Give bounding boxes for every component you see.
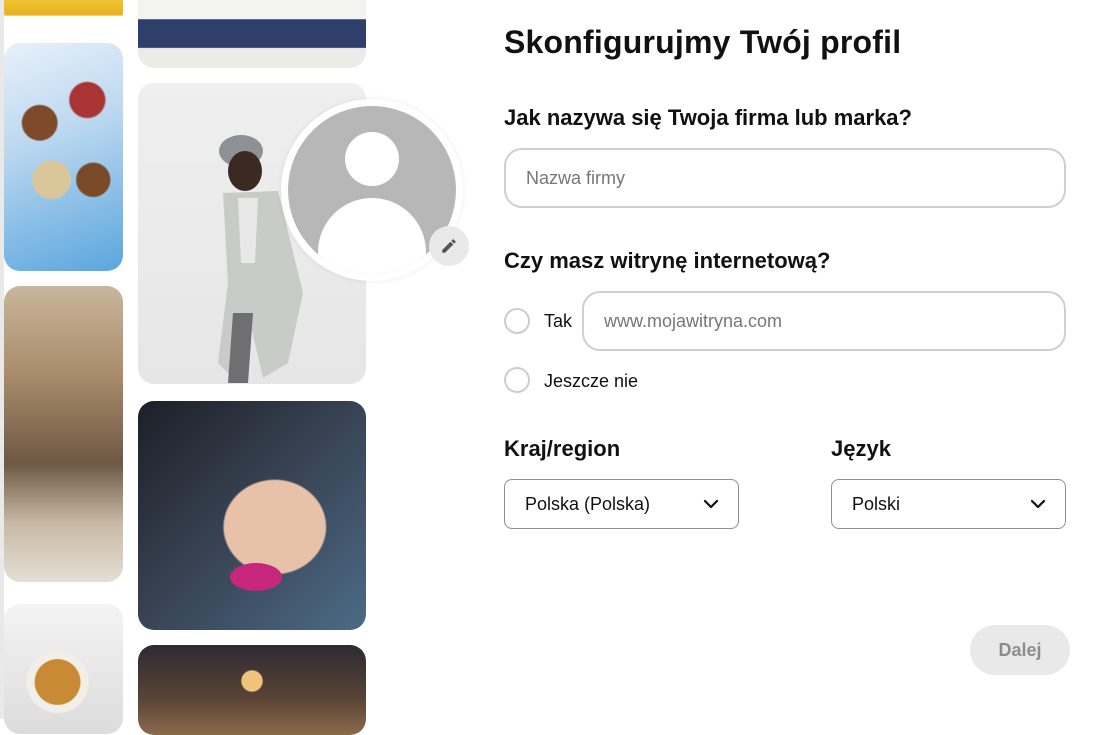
page-title: Skonfigurujmy Twój profil bbox=[504, 24, 902, 60]
pencil-icon bbox=[442, 239, 456, 253]
website-no-label: Jeszcze nie bbox=[544, 371, 639, 391]
country-selected-value: Polska (Polska) bbox=[525, 493, 651, 514]
business-name-question: Jak nazywa się Twoja firma lub marka? bbox=[504, 105, 912, 130]
next-button[interactable]: Dalej bbox=[970, 625, 1070, 675]
chevron-down-icon bbox=[1030, 499, 1046, 509]
country-label: Kraj/region bbox=[504, 436, 621, 461]
chevron-down-icon bbox=[703, 499, 719, 509]
photo-woman-portrait bbox=[138, 401, 366, 630]
photo-toy-car bbox=[4, 0, 123, 28]
photo-snack-bowl bbox=[4, 604, 123, 734]
website-yes-label: Tak bbox=[544, 311, 573, 331]
website-question: Czy masz witrynę internetową? bbox=[504, 248, 831, 273]
photo-night-street bbox=[138, 645, 366, 735]
photo-sofa bbox=[138, 0, 366, 68]
photo-kids-room bbox=[4, 286, 123, 582]
photo-food-tray bbox=[4, 43, 123, 271]
country-select[interactable]: Polska (Polska) bbox=[504, 479, 739, 529]
website-yes-radio[interactable] bbox=[504, 308, 530, 334]
woman-lips bbox=[230, 563, 282, 591]
website-url-input[interactable] bbox=[582, 291, 1066, 351]
edit-avatar-button[interactable] bbox=[429, 226, 469, 266]
language-selected-value: Polski bbox=[852, 493, 901, 514]
language-select[interactable]: Polski bbox=[831, 479, 1066, 529]
website-no-radio[interactable] bbox=[504, 367, 530, 393]
business-name-input[interactable] bbox=[504, 148, 1066, 208]
language-label: Język bbox=[831, 436, 891, 461]
